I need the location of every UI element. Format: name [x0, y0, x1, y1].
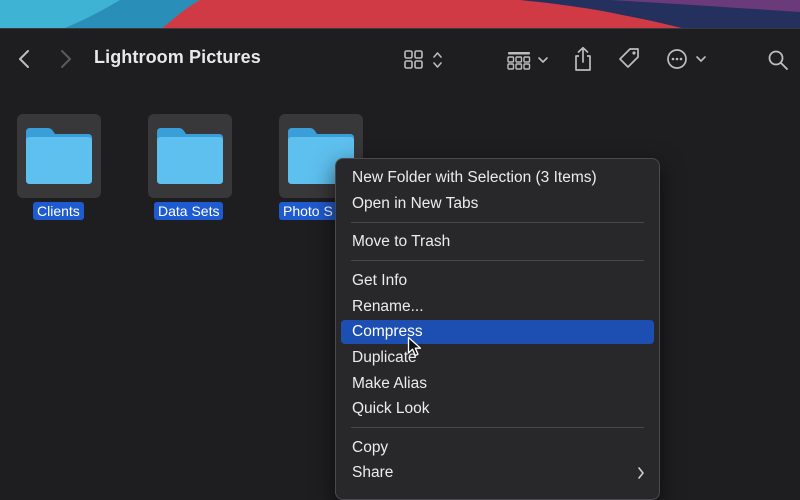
ellipsis-circle-icon: [667, 49, 706, 69]
menu-item-get-info[interactable]: Get Info: [341, 269, 654, 293]
menu-item-share[interactable]: Share: [341, 461, 654, 485]
window-title: Lightroom Pictures: [94, 47, 261, 67]
menu-item-label: Get Info: [352, 272, 408, 289]
folder-label: Data Sets: [154, 202, 224, 220]
menu-item-quick-look[interactable]: Quick Look: [341, 397, 654, 421]
menu-item-label: Rename...: [352, 298, 424, 315]
chevron-right-icon[interactable]: [56, 49, 76, 69]
view-switcher[interactable]: [402, 48, 448, 72]
toolbar: Lightroom Pictures: [0, 29, 800, 91]
menu-separator: [351, 222, 644, 223]
menu-item-new-folder-with-selection[interactable]: New Folder with Selection (3 Items): [341, 166, 654, 190]
menu-item-label: Copy: [352, 439, 389, 456]
folder-icon: [157, 128, 223, 184]
menu-item-label: New Folder with Selection (3 Items): [352, 169, 597, 186]
tag-icon[interactable]: [615, 46, 643, 72]
menu-item-make-alias[interactable]: Make Alias: [341, 372, 654, 396]
folder-label: Clients: [33, 202, 84, 220]
share-icon[interactable]: [570, 45, 596, 73]
folder-label: Photo S: [279, 202, 343, 220]
menu-item-open-in-new-tabs[interactable]: Open in New Tabs: [341, 192, 654, 216]
menu-item-duplicate[interactable]: Duplicate: [341, 346, 654, 370]
menu-separator: [351, 427, 644, 428]
menu-item-label: Open in New Tabs: [352, 195, 479, 212]
group-by-icon: [507, 52, 548, 70]
folder-icon: [26, 128, 92, 184]
menu-item-rename[interactable]: Rename...: [341, 295, 654, 319]
search-icon[interactable]: [766, 48, 790, 72]
grid-view-icon: [404, 50, 442, 69]
menu-item-label: Share: [352, 464, 394, 481]
desktop-wallpaper: [0, 0, 800, 30]
more-actions-button[interactable]: [665, 47, 711, 71]
menu-item-compress[interactable]: Compress: [341, 320, 654, 344]
menu-item-move-to-trash[interactable]: Move to Trash: [341, 230, 654, 254]
submenu-chevron-icon: [636, 461, 646, 493]
context-menu: New Folder with Selection (3 Items) Open…: [335, 158, 660, 500]
menu-item-label: Quick Look: [352, 400, 430, 417]
menu-separator: [351, 260, 644, 261]
menu-item-label: Make Alias: [352, 375, 427, 392]
menu-item-copy[interactable]: Copy: [341, 436, 654, 460]
group-by-button[interactable]: [505, 48, 551, 72]
mouse-pointer-icon: [407, 336, 423, 363]
menu-item-label: Move to Trash: [352, 233, 451, 250]
chevron-left-icon[interactable]: [14, 49, 34, 69]
